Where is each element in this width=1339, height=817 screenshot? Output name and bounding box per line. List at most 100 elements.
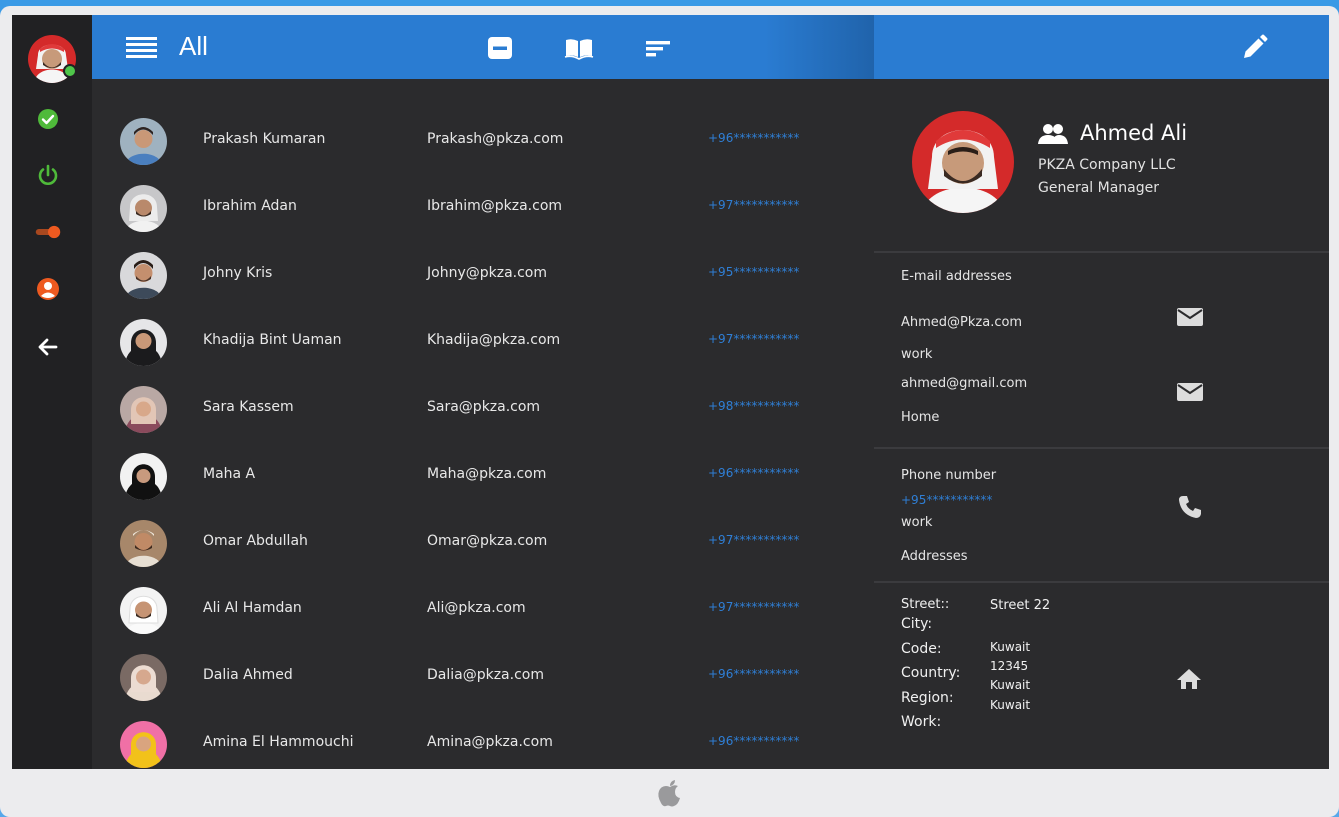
apple-logo-icon [657, 778, 683, 808]
contact-avatar [120, 319, 167, 366]
power-icon[interactable] [35, 162, 61, 188]
contact-list: Prakash Kumaran Prakash@pkza.com +96****… [92, 79, 874, 769]
contact-phone: +96*********** [708, 734, 800, 748]
contact-email: Johny@pkza.com [427, 265, 547, 281]
detail-company: PKZA Company LLC [1038, 157, 1176, 173]
detail-name: Ahmed Ali [1080, 121, 1188, 145]
contact-avatar [120, 386, 167, 433]
contact-name: Omar Abdullah [203, 533, 308, 549]
top-bar: All [92, 15, 874, 79]
contact-email: Amina@pkza.com [427, 734, 553, 750]
home-icon[interactable] [1176, 667, 1204, 691]
contact-email: Ibrahim@pkza.com [427, 198, 563, 214]
open-book-icon[interactable] [564, 35, 594, 61]
address-value: Kuwait [990, 698, 1031, 712]
app-screen: All Prakash Kumaran Prakash@pkza.com +96… [12, 15, 1329, 769]
contact-name: Dalia Ahmed [203, 667, 293, 683]
detail-avatar [912, 111, 1014, 213]
email-type: work [901, 347, 933, 362]
contact-phone: +96*********** [708, 667, 800, 681]
contact-avatar [120, 453, 167, 500]
addresses-section-title: Addresses [901, 549, 968, 564]
contact-name: Prakash Kumaran [203, 131, 326, 147]
arrow-left-icon[interactable] [35, 334, 61, 360]
contact-name: Amina El Hammouchi [203, 734, 354, 750]
group-icon [1038, 123, 1068, 145]
sort-icon[interactable] [644, 35, 672, 61]
contact-row[interactable]: Prakash Kumaran Prakash@pkza.com +96****… [92, 108, 874, 175]
contact-email: Sara@pkza.com [427, 399, 541, 415]
contact-avatar [120, 721, 167, 768]
email-type: Home [901, 410, 940, 425]
address-label: Street:: [901, 597, 950, 612]
online-status-dot [63, 64, 77, 78]
contact-row[interactable]: Johny Kris Johny@pkza.com +95*********** [92, 242, 874, 309]
hamburger-menu-icon[interactable] [126, 35, 158, 59]
contact-name: Sara Kassem [203, 399, 294, 415]
contact-row[interactable]: Maha A Maha@pkza.com +96*********** [92, 443, 874, 510]
contact-row[interactable]: Ibrahim Adan Ibrahim@pkza.com +97*******… [92, 175, 874, 242]
address-label: Work: [901, 714, 942, 730]
contact-row[interactable]: Amina El Hammouchi Amina@pkza.com +96***… [92, 711, 874, 769]
email-address[interactable]: Ahmed@Pkza.com [901, 315, 1022, 330]
email-section-title: E-mail addresses [901, 269, 1012, 284]
contact-avatar [120, 654, 167, 701]
contact-name: Ibrahim Adan [203, 198, 297, 214]
divider [874, 251, 1329, 253]
left-rail [12, 15, 92, 769]
contact-row[interactable]: Omar Abdullah Omar@pkza.com +97*********… [92, 510, 874, 577]
contact-row[interactable]: Sara Kassem Sara@pkza.com +98*********** [92, 376, 874, 443]
envelope-icon[interactable] [1176, 382, 1204, 406]
contact-phone: +96*********** [708, 131, 800, 145]
contact-email: Prakash@pkza.com [427, 131, 564, 147]
detail-role: General Manager [1038, 180, 1159, 196]
email-address[interactable]: ahmed@gmail.com [901, 376, 1027, 391]
pencil-icon[interactable] [1239, 33, 1269, 63]
contact-phone: +97*********** [708, 600, 800, 614]
contact-phone: +97*********** [708, 533, 800, 547]
contact-email: Ali@pkza.com [427, 600, 526, 616]
contact-avatar [120, 520, 167, 567]
detail-top-bar [874, 15, 1329, 79]
contact-phone: +97*********** [708, 332, 800, 346]
envelope-icon[interactable] [1176, 307, 1204, 331]
contact-phone: +95*********** [708, 265, 800, 279]
contact-avatar [120, 587, 167, 634]
address-label: Region: [901, 690, 954, 706]
divider [874, 447, 1329, 449]
contact-name: Ali Al Hamdan [203, 600, 302, 616]
address-value: 12345 [990, 659, 1029, 673]
contact-avatar [120, 252, 167, 299]
check-circle-icon[interactable] [35, 106, 61, 132]
contact-avatar [120, 118, 167, 165]
address-value: Kuwait [990, 678, 1031, 692]
contact-avatar [120, 185, 167, 232]
contact-name: Khadija Bint Uaman [203, 332, 342, 348]
contact-phone: +96*********** [708, 466, 800, 480]
contact-row[interactable]: Dalia Ahmed Dalia@pkza.com +96**********… [92, 644, 874, 711]
contact-name: Maha A [203, 466, 256, 482]
user-circle-icon[interactable] [35, 276, 61, 302]
phone-icon[interactable] [1177, 494, 1205, 518]
filter-label[interactable]: All [179, 31, 208, 62]
address-value: Street 22 [990, 598, 1051, 613]
contact-email: Omar@pkza.com [427, 533, 548, 549]
contact-row[interactable]: Khadija Bint Uaman Khadija@pkza.com +97*… [92, 309, 874, 376]
contact-email: Maha@pkza.com [427, 466, 547, 482]
phone-number[interactable]: +95*********** [901, 493, 992, 507]
contact-email: Khadija@pkza.com [427, 332, 561, 348]
address-label: Country: [901, 665, 961, 681]
divider [874, 581, 1329, 583]
contact-row[interactable]: Ali Al Hamdan Ali@pkza.com +97**********… [92, 577, 874, 644]
phone-section-title: Phone number [901, 468, 997, 483]
contact-email: Dalia@pkza.com [427, 667, 544, 683]
contact-detail-panel: Ahmed Ali PKZA Company LLC General Manag… [874, 79, 1329, 769]
phone-type: work [901, 515, 933, 530]
contact-name: Johny Kris [203, 265, 273, 281]
address-value: Kuwait [990, 640, 1031, 654]
minus-square-icon[interactable] [486, 35, 514, 61]
address-label: Code: [901, 641, 942, 657]
address-label: City: [901, 616, 933, 632]
toggle-icon[interactable] [35, 219, 61, 245]
contact-phone: +97*********** [708, 198, 800, 212]
